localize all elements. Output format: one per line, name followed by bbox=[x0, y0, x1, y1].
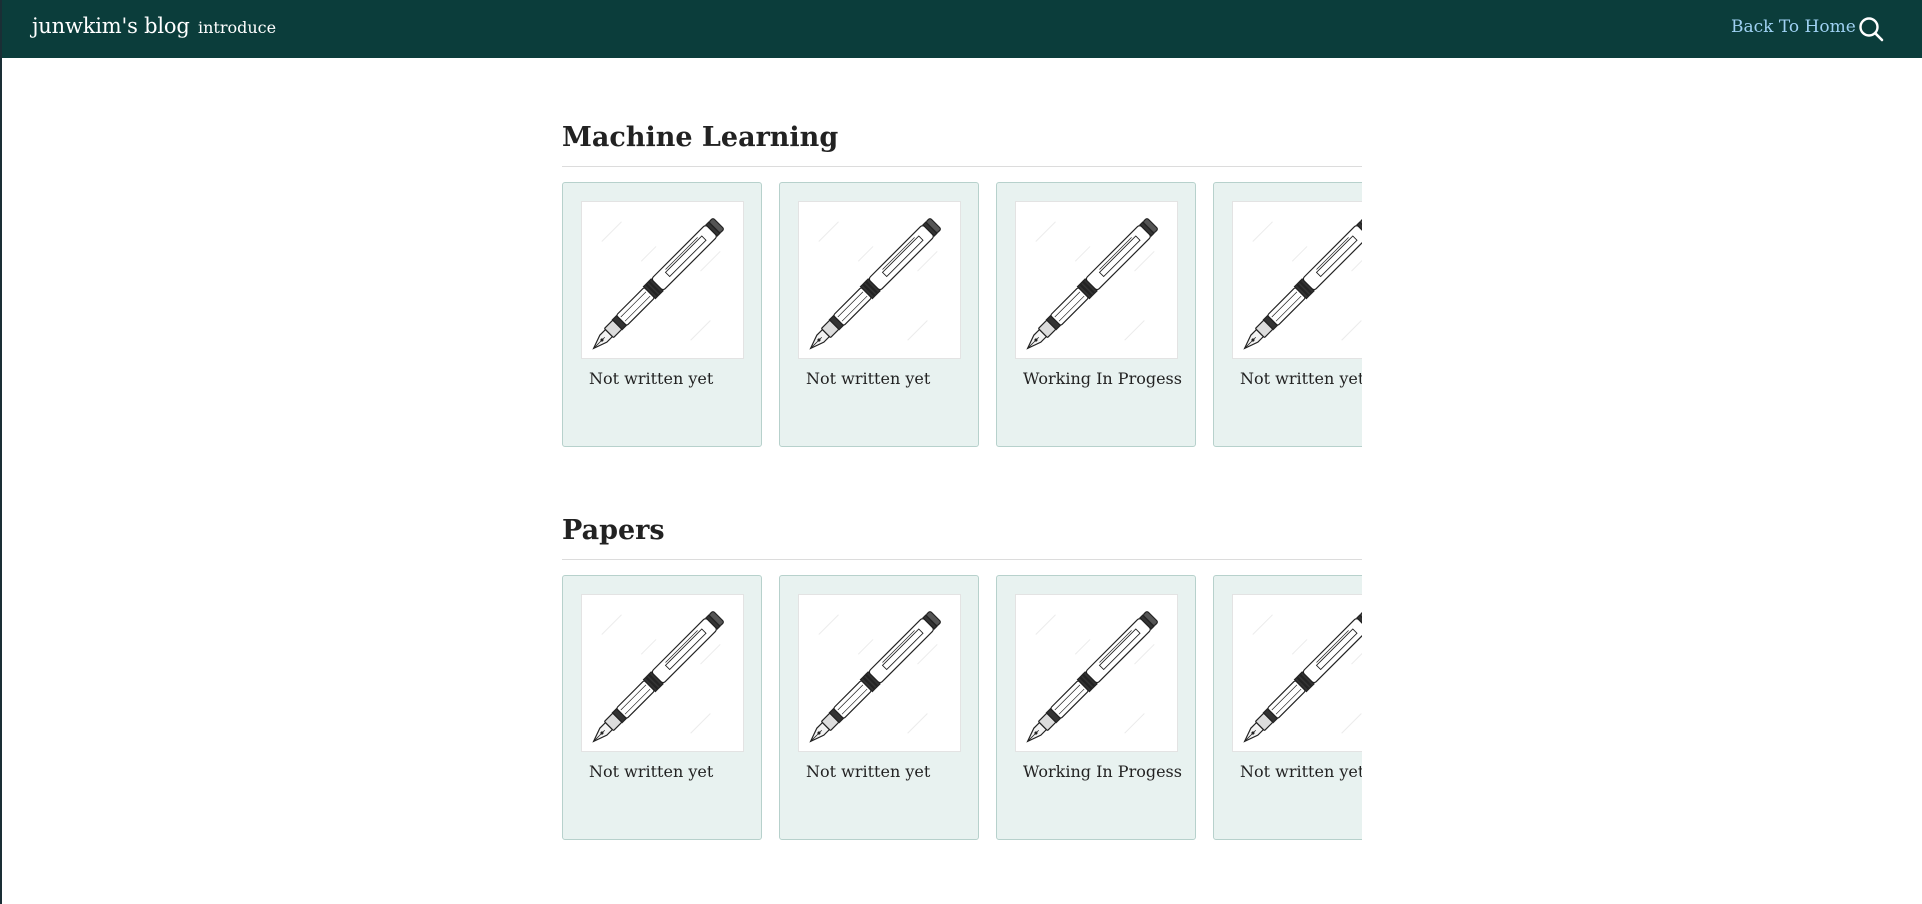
section-title: Machine Learning bbox=[562, 122, 839, 153]
fountain-pen-icon bbox=[798, 594, 961, 752]
fountain-pen-icon bbox=[1232, 201, 1362, 359]
post-card[interactable]: Not written yet bbox=[779, 182, 979, 447]
fountain-pen-icon bbox=[1232, 594, 1362, 752]
section-divider bbox=[562, 166, 1362, 167]
post-card[interactable]: Not written yet bbox=[1213, 182, 1362, 447]
post-card[interactable]: Working In Progess bbox=[996, 182, 1196, 447]
post-card[interactable]: Not written yet bbox=[562, 575, 762, 840]
post-card-label: Not written yet bbox=[806, 762, 931, 781]
post-card-label: Not written yet bbox=[1240, 762, 1362, 781]
section-divider bbox=[562, 559, 1362, 560]
nav-link-introduce[interactable]: introduce bbox=[198, 18, 276, 37]
section-title: Papers bbox=[562, 515, 665, 546]
post-card-label: Not written yet bbox=[806, 369, 931, 388]
fountain-pen-icon bbox=[1015, 201, 1178, 359]
post-card-label: Not written yet bbox=[589, 369, 714, 388]
back-to-home-link[interactable]: Back To Home bbox=[1731, 17, 1856, 37]
window-edge bbox=[0, 0, 2, 904]
post-card[interactable]: Not written yet bbox=[562, 182, 762, 447]
fountain-pen-icon bbox=[798, 201, 961, 359]
post-card-label: Working In Progess bbox=[1023, 762, 1182, 781]
search-icon[interactable] bbox=[1858, 16, 1884, 42]
post-card[interactable]: Not written yet bbox=[1213, 575, 1362, 840]
fountain-pen-icon bbox=[581, 594, 744, 752]
post-card-label: Not written yet bbox=[589, 762, 714, 781]
post-card[interactable]: Working In Progess bbox=[996, 575, 1196, 840]
card-row: Not written yet Not written yet Working … bbox=[562, 182, 1362, 448]
fountain-pen-icon bbox=[581, 201, 744, 359]
fountain-pen-icon bbox=[1015, 594, 1178, 752]
blog-brand-link[interactable]: junwkim's blog bbox=[32, 14, 190, 38]
card-row: Not written yet Not written yet Working … bbox=[562, 575, 1362, 841]
post-card-label: Not written yet bbox=[1240, 369, 1362, 388]
post-card-label: Working In Progess bbox=[1023, 369, 1182, 388]
top-navbar: junwkim's blog introduce Back To Home bbox=[2, 0, 1922, 58]
post-card[interactable]: Not written yet bbox=[779, 575, 979, 840]
